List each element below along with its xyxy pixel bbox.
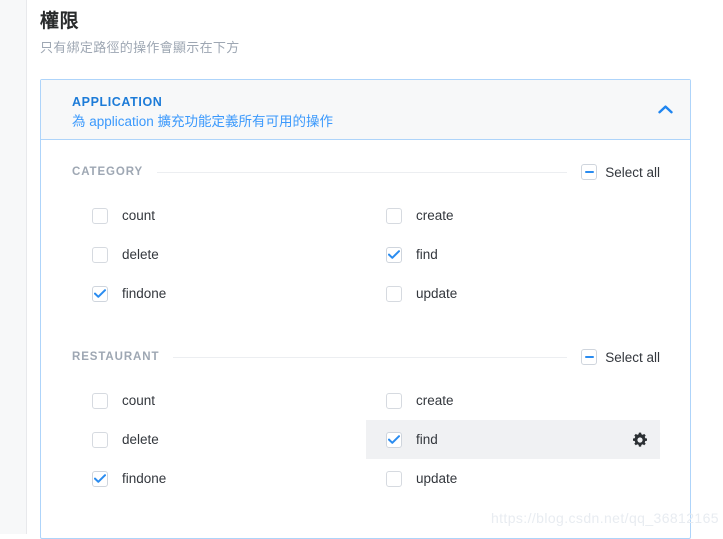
chevron-up-icon[interactable] xyxy=(654,99,676,121)
permission-option-label: delete xyxy=(122,247,159,262)
permission-option-label: find xyxy=(416,432,438,447)
permission-card-title: APPLICATION xyxy=(72,95,163,109)
gear-icon[interactable] xyxy=(632,432,648,448)
left-gutter xyxy=(0,0,27,534)
permission-option-label: create xyxy=(416,393,454,408)
permission-option-label: find xyxy=(416,247,438,262)
permission-option-findone[interactable]: findone xyxy=(72,459,366,498)
permission-option-label: update xyxy=(416,471,458,486)
permission-option-label: count xyxy=(122,393,156,408)
select-all-restaurant[interactable]: Select all xyxy=(581,349,660,365)
indeterminate-dash-icon xyxy=(584,170,594,174)
permission-option-label: findone xyxy=(122,286,167,301)
page-title: 權限 xyxy=(40,11,80,32)
permission-option-update[interactable]: update xyxy=(366,459,660,498)
group-divider xyxy=(173,356,568,358)
permission-checkbox[interactable] xyxy=(92,392,108,409)
permission-checkbox[interactable] xyxy=(92,470,108,487)
page-subtitle: 只有綁定路徑的操作會顯示在下方 xyxy=(40,40,240,55)
permission-option-find[interactable]: find xyxy=(366,420,660,459)
permission-option-findone[interactable]: findone xyxy=(72,274,366,313)
permission-checkbox[interactable] xyxy=(92,431,108,448)
permissions-page: 權限 只有綁定路徑的操作會顯示在下方 APPLICATION 為 applica… xyxy=(28,0,723,539)
permission-group-restaurant: RESTAURANT Select all count create delet… xyxy=(72,347,660,498)
permission-checkbox[interactable] xyxy=(92,207,108,224)
select-all-checkbox[interactable] xyxy=(581,164,598,180)
permission-option-delete[interactable]: delete xyxy=(72,420,366,459)
permission-card-header[interactable]: APPLICATION 為 application 擴充功能定義所有可用的操作 xyxy=(41,80,690,140)
select-all-label: Select all xyxy=(605,349,660,365)
permission-option-label: findone xyxy=(122,471,167,486)
group-label: CATEGORY xyxy=(72,166,144,178)
select-all-checkbox[interactable] xyxy=(581,349,598,365)
permission-option-create[interactable]: create xyxy=(366,381,660,420)
group-label: RESTAURANT xyxy=(72,351,160,363)
permission-checkbox[interactable] xyxy=(386,470,402,487)
group-header: RESTAURANT Select all xyxy=(72,347,660,367)
permission-checkbox[interactable] xyxy=(386,207,402,224)
indeterminate-dash-icon xyxy=(584,355,594,359)
permission-checkbox[interactable] xyxy=(386,431,402,448)
permission-option-label: update xyxy=(416,286,458,301)
page-header: 權限 只有綁定路徑的操作會顯示在下方 xyxy=(28,0,723,58)
permission-card-body: CATEGORY Select all count create delete … xyxy=(41,140,690,534)
permission-option-label: count xyxy=(122,208,156,223)
permission-option-label: delete xyxy=(122,432,159,447)
permission-option-find[interactable]: find xyxy=(366,235,660,274)
permission-card-description: 為 application 擴充功能定義所有可用的操作 xyxy=(72,114,334,129)
permission-options-grid: count create delete find findone update xyxy=(72,381,660,498)
permission-checkbox[interactable] xyxy=(92,246,108,263)
group-header: CATEGORY Select all xyxy=(72,162,660,182)
group-divider xyxy=(157,171,568,173)
permission-option-delete[interactable]: delete xyxy=(72,235,366,274)
select-all-category[interactable]: Select all xyxy=(581,164,660,180)
permission-checkbox[interactable] xyxy=(386,285,402,302)
permission-card: APPLICATION 為 application 擴充功能定義所有可用的操作 … xyxy=(40,79,691,539)
permission-option-update[interactable]: update xyxy=(366,274,660,313)
permission-group-category: CATEGORY Select all count create delete … xyxy=(72,162,660,313)
permission-checkbox[interactable] xyxy=(92,285,108,302)
permission-option-create[interactable]: create xyxy=(366,196,660,235)
permission-option-count[interactable]: count xyxy=(72,196,366,235)
select-all-label: Select all xyxy=(605,164,660,180)
permission-checkbox[interactable] xyxy=(386,246,402,263)
permission-option-label: create xyxy=(416,208,454,223)
permission-checkbox[interactable] xyxy=(386,392,402,409)
permission-option-count[interactable]: count xyxy=(72,381,366,420)
permission-options-grid: count create delete find findone update xyxy=(72,196,660,313)
